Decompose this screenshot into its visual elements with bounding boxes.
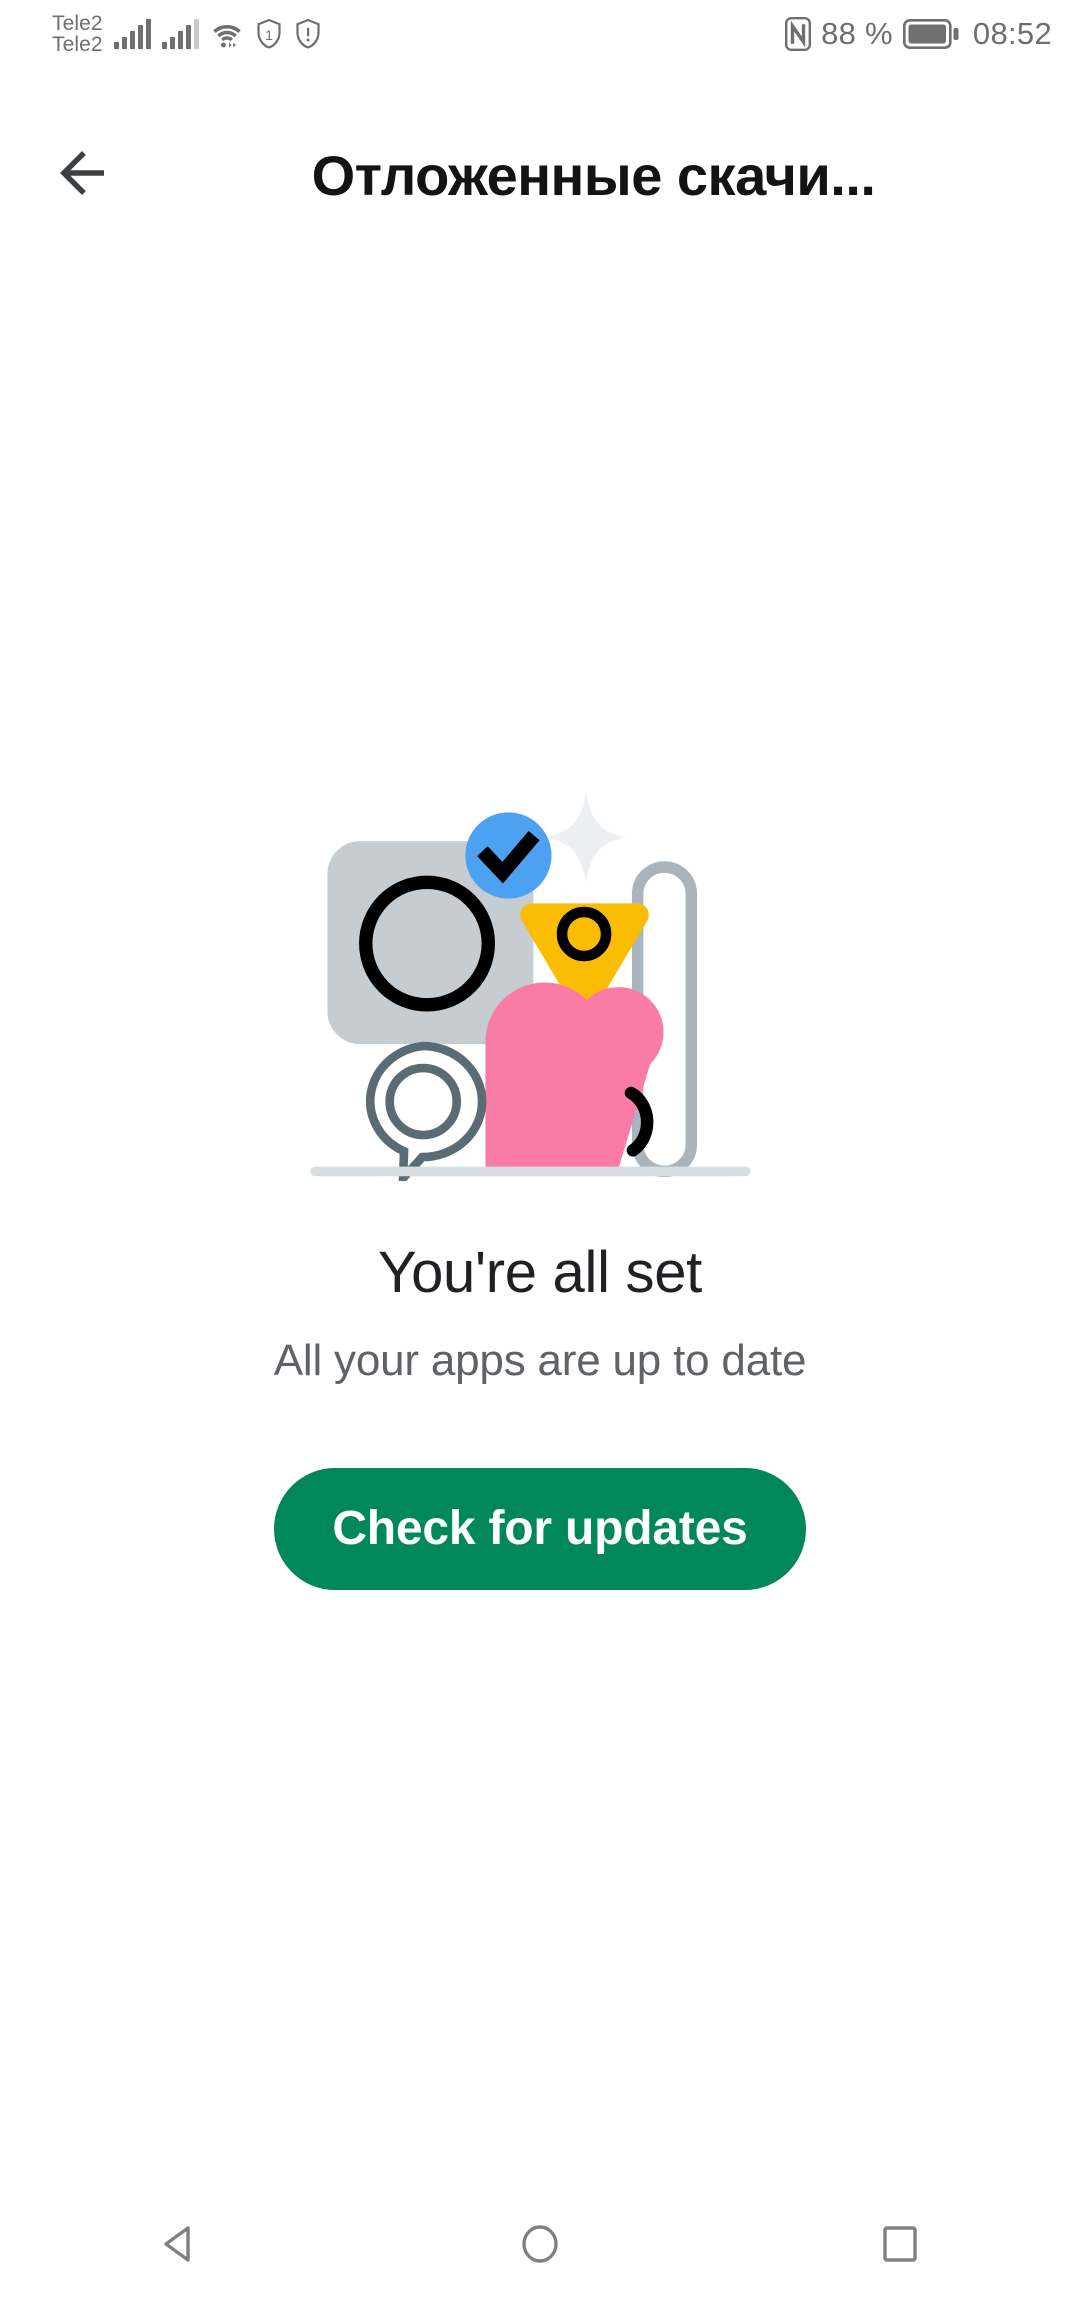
shield-alert-icon (294, 18, 322, 50)
battery-percent-label: 88 % (821, 16, 893, 51)
android-nav-bar (0, 2180, 1080, 2312)
signal-bars-sim2-icon (161, 19, 199, 49)
battery-icon (902, 19, 959, 49)
wifi-icon (210, 19, 244, 49)
phone-screen: Tele2 Tele2 1 88 % 08:52 Отложенные скач… (0, 0, 1080, 2312)
back-button[interactable] (27, 120, 137, 230)
recents-square-icon (876, 2220, 924, 2273)
nav-back-button[interactable] (105, 2180, 255, 2312)
status-bar: Tele2 Tele2 1 88 % 08:52 (0, 0, 1080, 68)
subhead-text: All your apps are up to date (273, 1335, 807, 1385)
nfc-icon (785, 17, 812, 51)
page-title: Отложенные скачи... (311, 143, 876, 207)
headline-text: You're all set (378, 1239, 702, 1305)
nav-home-button[interactable] (465, 2180, 615, 2312)
home-circle-icon (516, 2220, 564, 2273)
carrier-label-sim1: Tele2 (52, 11, 103, 35)
all-set-illustration (300, 731, 780, 1190)
shield-one-icon: 1 (255, 18, 283, 50)
back-triangle-icon (156, 2220, 204, 2273)
main-content: You're all set All your apps are up to d… (0, 240, 1080, 2170)
app-bar: Отложенные скачи... (0, 110, 1080, 240)
check-for-updates-button[interactable]: Check for updates (274, 1467, 806, 1590)
carrier-label-sim2: Tele2 (52, 33, 103, 56)
status-bar-right: 88 % 08:52 (785, 16, 1052, 52)
back-arrow-icon (49, 140, 115, 211)
nav-recents-button[interactable] (825, 2180, 975, 2312)
svg-text:1: 1 (265, 27, 273, 43)
carrier-labels: Tele2 Tele2 (52, 11, 103, 56)
status-bar-left: Tele2 Tele2 1 (52, 11, 322, 56)
clock-label: 08:52 (972, 16, 1052, 51)
signal-bars-sim1-icon (113, 19, 151, 49)
